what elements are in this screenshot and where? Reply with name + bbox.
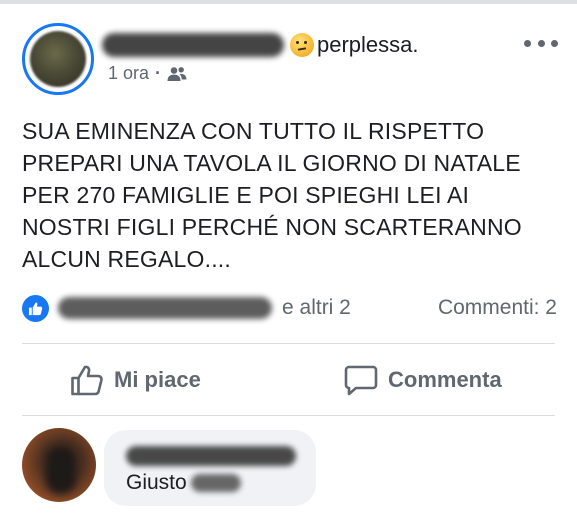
commenter-avatar[interactable] [22,428,96,502]
feeling-status: perplessa. [290,30,419,60]
actions-bottom-divider [22,415,555,416]
comment-bubble[interactable]: Giusto [104,430,316,506]
more-dot-icon [551,39,558,47]
post-body-text: SUA EMINENZA CON TUTTO IL RISPETTO PREPA… [22,118,522,272]
comment-label: Commenta [388,367,502,392]
post-timestamp[interactable]: 1 ora [108,63,149,84]
confused-face-icon [290,33,314,57]
reactions-bar[interactable]: e altri 2 Commenti: 2 [22,292,557,326]
commenter-name-redacted[interactable] [126,446,296,466]
thumbs-up-icon [71,365,103,396]
actions-top-divider [22,343,555,344]
like-label: Mi piace [114,367,201,392]
post-actions: Mi piace Commenta [22,345,555,415]
post-meta: 1 ora · [108,63,187,84]
more-dot-icon [524,39,531,47]
comment-item: Giusto [22,428,562,508]
author-name-redacted[interactable] [102,33,284,57]
comment-text-visible: Giusto [126,471,187,494]
like-button[interactable]: Mi piace [70,345,201,415]
post-header: perplessa. 1 ora · [22,23,562,97]
comment-text-redacted [190,474,241,492]
author-avatar-image [30,31,86,87]
more-dot-icon [537,39,545,47]
meta-separator: · [155,63,162,83]
top-divider [0,0,577,4]
reactions-others-count[interactable]: e altri 2 [282,296,351,320]
comment-button[interactable]: Commenta [344,345,502,415]
comments-count[interactable]: Commenti: 2 [438,296,557,320]
comment-text: Giusto [126,471,241,495]
feeling-text: perplessa. [317,32,419,57]
author-avatar[interactable] [22,23,94,95]
comment-bubble-icon [344,365,378,396]
reactors-names-redacted [58,297,272,319]
friends-icon [167,66,187,82]
like-reaction-icon [22,295,49,322]
more-options-button[interactable] [524,35,558,51]
